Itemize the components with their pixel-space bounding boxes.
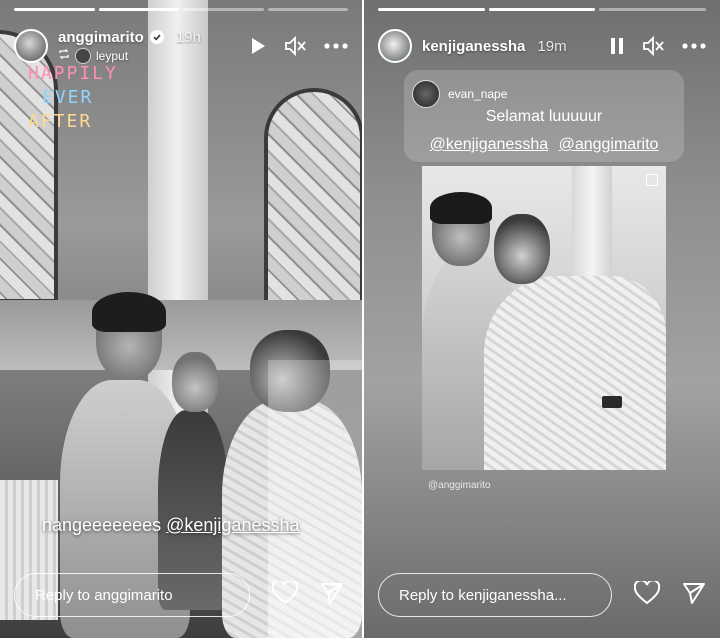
shared-mentions: @kenjiganessha @anggimarito bbox=[404, 136, 684, 154]
groom-hair bbox=[92, 292, 166, 332]
avatar[interactable] bbox=[412, 80, 440, 108]
progress-segment bbox=[14, 8, 95, 11]
heart-icon[interactable] bbox=[633, 578, 661, 610]
progress-segment bbox=[488, 8, 596, 11]
reply-input[interactable]: Reply to anggimarito bbox=[14, 573, 250, 617]
groom-hair bbox=[430, 192, 492, 224]
sticker-line: HAPPILY bbox=[28, 63, 118, 84]
verified-badge-icon bbox=[149, 30, 164, 44]
story-username[interactable]: anggimarito bbox=[58, 29, 144, 46]
avatar[interactable] bbox=[378, 29, 412, 63]
more-icon[interactable] bbox=[682, 43, 706, 49]
avatar[interactable] bbox=[14, 29, 48, 63]
story-progress-bar bbox=[378, 8, 707, 11]
mention-link[interactable]: @anggimarito bbox=[559, 136, 659, 153]
mention-link[interactable]: @kenjiganessha bbox=[166, 515, 299, 535]
story-caption: nangeeeeeees @kenjiganessha bbox=[42, 515, 299, 536]
progress-segment bbox=[267, 8, 348, 11]
pause-icon[interactable] bbox=[610, 37, 624, 55]
story-footer: Reply to anggimarito bbox=[14, 572, 348, 618]
send-icon[interactable] bbox=[320, 581, 344, 610]
bride bbox=[484, 276, 666, 470]
story-left[interactable]: anggimarito 19h leyput HAPPILY EVER AFTE… bbox=[0, 0, 362, 638]
story-username[interactable]: kenjiganessha bbox=[422, 38, 525, 55]
story-footer: Reply to kenjiganessha... bbox=[378, 572, 706, 618]
officiant-head bbox=[172, 352, 218, 412]
play-icon[interactable] bbox=[250, 37, 266, 55]
photo-credit[interactable]: @anggimarito bbox=[428, 480, 490, 491]
send-icon[interactable] bbox=[682, 581, 706, 610]
multi-photo-icon bbox=[646, 174, 658, 186]
progress-segment bbox=[183, 8, 264, 11]
more-icon[interactable] bbox=[324, 43, 348, 49]
reply-placeholder: Reply to kenjiganessha... bbox=[399, 586, 567, 604]
shared-post-username[interactable]: evan_nape bbox=[448, 87, 507, 101]
progress-segment bbox=[98, 8, 179, 11]
reply-placeholder: Reply to anggimarito bbox=[35, 586, 173, 604]
mention-link[interactable]: @kenjiganessha bbox=[430, 136, 549, 153]
heart-icon[interactable] bbox=[271, 578, 299, 610]
caption-text: nangeeeeeees bbox=[42, 515, 167, 535]
reply-input[interactable]: Reply to kenjiganessha... bbox=[378, 573, 612, 617]
repost-username[interactable]: leyput bbox=[96, 49, 128, 63]
phone bbox=[602, 396, 622, 408]
story-right[interactable]: kenjiganessha 19m evan_nape Selamat luuu… bbox=[364, 0, 720, 638]
story-header: kenjiganessha 19m bbox=[378, 24, 706, 68]
bride-head bbox=[494, 214, 550, 284]
speaker-muted-icon[interactable] bbox=[642, 36, 664, 56]
progress-segment bbox=[378, 8, 485, 11]
progress-segment bbox=[599, 8, 707, 11]
couple-photo[interactable] bbox=[422, 166, 666, 470]
sticker-line: AFTER bbox=[28, 111, 93, 132]
shared-message: Selamat luuuuur bbox=[485, 108, 603, 125]
happily-ever-after-sticker: HAPPILY EVER AFTER bbox=[28, 62, 118, 134]
repost-icon bbox=[58, 48, 70, 63]
speaker-muted-icon[interactable] bbox=[284, 36, 306, 56]
story-time: 19h bbox=[175, 28, 201, 46]
story-time: 19m bbox=[537, 37, 567, 55]
sticker-line: EVER bbox=[42, 87, 94, 108]
shared-story-card[interactable]: evan_nape Selamat luuuuur @kenjiganessha… bbox=[404, 70, 684, 162]
story-progress-bar bbox=[14, 8, 348, 11]
